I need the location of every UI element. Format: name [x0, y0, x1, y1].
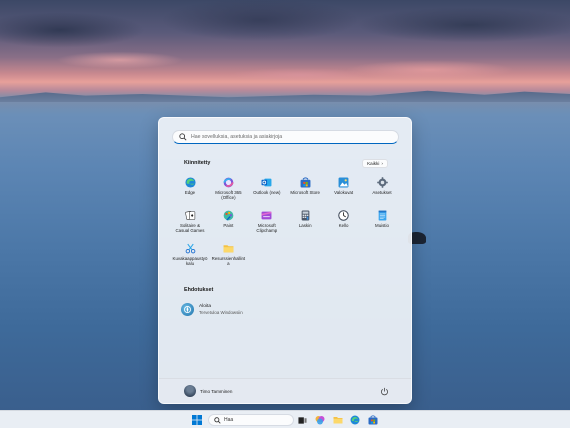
notepad-icon: [377, 210, 388, 221]
pinned-app[interactable]: Microsoft Store: [286, 177, 324, 209]
pinned-app[interactable]: Paint: [209, 210, 247, 242]
pinned-app[interactable]: Muistio: [363, 210, 401, 242]
pinned-app-label: Edge: [184, 190, 196, 195]
outlook-icon: [261, 177, 272, 188]
copilot-icon: [315, 416, 325, 425]
user-name: Timo Tamminen: [200, 388, 233, 394]
task-view-icon: [297, 416, 307, 424]
pinned-app[interactable]: Asetukset: [363, 177, 401, 209]
pinned-app-label: Paint: [223, 223, 234, 228]
pinned-app[interactable]: Laskin: [286, 210, 324, 242]
snipping-tool-icon: [185, 243, 196, 254]
start-search-box[interactable]: [172, 130, 399, 144]
power-icon[interactable]: [380, 387, 389, 396]
taskbar-store[interactable]: [367, 414, 379, 426]
pinned-app-label: Kello: [338, 223, 349, 228]
taskbar-copilot[interactable]: [314, 414, 326, 426]
pinned-app[interactable]: Valokuvat: [325, 177, 363, 209]
chevron-right-icon: ›: [381, 161, 383, 166]
pinned-app[interactable]: Kuvakaappaustyö kalu: [171, 243, 209, 275]
pinned-app-label: Resurssienhallint a: [211, 256, 246, 267]
pinned-app-label: Microsoft Clipchamp: [256, 223, 278, 234]
pinned-app-label: Solitaire & Casual Games: [175, 223, 205, 234]
start-footer: Timo Tamminen: [159, 378, 411, 403]
folder-icon: [333, 417, 343, 424]
user-account-button[interactable]: Timo Tamminen: [184, 385, 232, 397]
start-button[interactable]: [191, 414, 203, 426]
wallpaper-clouds: [0, 0, 570, 100]
store-icon: [300, 177, 311, 188]
pinned-app-label: Kuvakaappaustyö kalu: [172, 256, 208, 267]
edge-icon: [350, 415, 360, 425]
clock-icon: [338, 210, 349, 221]
pinned-app[interactable]: Outlook (new): [248, 177, 286, 209]
settings-icon: [376, 177, 388, 188]
taskbar-search-label: Haa: [224, 417, 234, 423]
pinned-app-label: Microsoft 365 (Office): [215, 190, 242, 201]
clipchamp-icon: [261, 210, 272, 221]
avatar: [184, 385, 196, 397]
pinned-app[interactable]: Microsoft 365 (Office): [209, 177, 247, 209]
photos-icon: [338, 177, 349, 188]
pinned-app[interactable]: Resurssienhallint a: [209, 243, 247, 275]
solitaire-icon: [184, 210, 196, 221]
calculator-icon: [300, 210, 311, 221]
edge-icon: [184, 177, 196, 188]
get-started-icon: [181, 303, 194, 316]
pinned-app[interactable]: Edge: [171, 177, 209, 209]
all-apps-button[interactable]: Kaikki ›: [362, 159, 388, 168]
file-explorer-icon: [223, 243, 234, 254]
recommended-item-title: Aloita: [199, 304, 211, 309]
paint-icon: [223, 210, 234, 221]
task-view-button[interactable]: [296, 414, 308, 426]
search-icon: [214, 416, 221, 424]
recommended-item-subtitle: Tervetuloa Windowsiin: [199, 310, 243, 315]
taskbar-file-explorer[interactable]: [332, 414, 344, 426]
pinned-app-label: Asetukset: [372, 190, 392, 195]
all-apps-label: Kaikki: [367, 161, 380, 166]
pinned-app[interactable]: Microsoft Clipchamp: [248, 210, 286, 242]
microsoft-365-icon: [223, 177, 234, 188]
taskbar: Haa: [0, 410, 570, 428]
pinned-app-label: Microsoft Store: [290, 190, 320, 195]
pinned-app-label: Muistio: [375, 223, 389, 228]
pinned-app-label: Valokuvat: [334, 190, 354, 195]
taskbar-edge[interactable]: [349, 414, 361, 426]
pinned-app[interactable]: Kello: [325, 210, 363, 242]
pinned-app-label: Outlook (new): [253, 190, 281, 195]
taskbar-search[interactable]: Haa: [208, 414, 294, 426]
windows-icon: [192, 415, 202, 425]
search-icon: [179, 133, 187, 141]
start-menu: Kiinnitetty Kaikki › Edge Microsoft 365 (…: [158, 117, 412, 404]
pinned-app-label: Laskin: [298, 223, 312, 228]
pinned-heading: Kiinnitetty: [184, 160, 211, 166]
pinned-app[interactable]: Solitaire & Casual Games: [171, 210, 209, 242]
recommended-item-aloita[interactable]: Aloita Tervetuloa Windowsiin: [181, 303, 243, 316]
store-icon: [368, 415, 378, 425]
search-input[interactable]: [191, 134, 391, 140]
recommended-heading: Ehdotukset: [184, 287, 214, 293]
